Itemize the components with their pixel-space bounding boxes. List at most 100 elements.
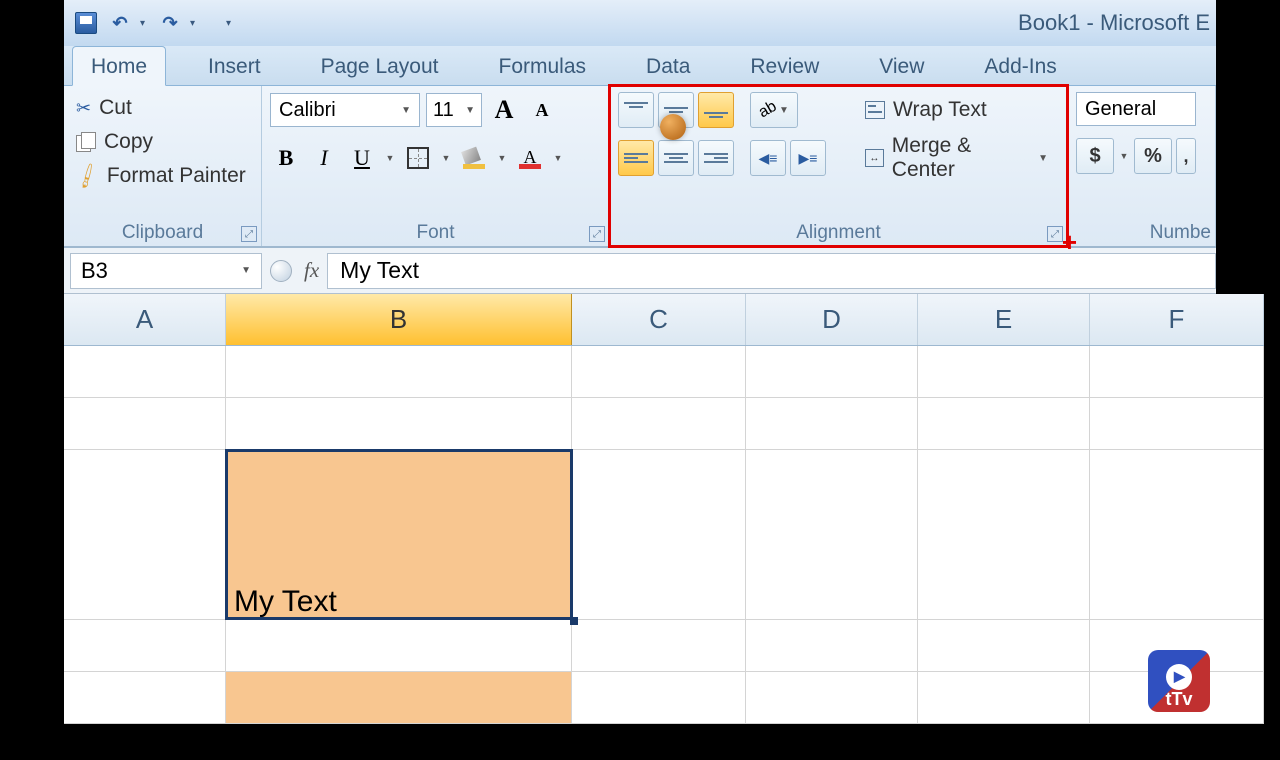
font-color-button[interactable]: A <box>514 140 546 176</box>
cell-b3[interactable]: My Text <box>226 450 572 620</box>
cancel-formula-icon[interactable] <box>270 260 292 282</box>
column-header-c[interactable]: C <box>572 294 746 345</box>
tab-review[interactable]: Review <box>732 47 837 85</box>
alignment-launcher[interactable]: ⤢ <box>1047 226 1063 242</box>
cell[interactable] <box>918 620 1090 672</box>
chevron-down-icon: ▼ <box>401 105 411 116</box>
font-size-selector[interactable]: 11 ▼ <box>426 93 482 127</box>
cell[interactable] <box>1090 398 1264 450</box>
cell[interactable] <box>64 398 226 450</box>
column-header-a[interactable]: A <box>64 294 226 345</box>
cell[interactable] <box>572 672 746 724</box>
wrap-text-button[interactable]: Wrap Text <box>854 92 1059 128</box>
borders-button[interactable] <box>402 140 434 176</box>
cell[interactable] <box>64 672 226 724</box>
cell[interactable] <box>226 398 572 450</box>
number-format-value: General <box>1085 98 1156 121</box>
tab-add-ins[interactable]: Add-Ins <box>966 47 1074 85</box>
cell[interactable] <box>746 450 918 620</box>
grow-font-icon: A <box>495 95 514 125</box>
format-painter-label: Format Painter <box>107 164 246 188</box>
cell[interactable] <box>746 672 918 724</box>
decrease-indent-button[interactable]: ◀≡ <box>750 140 786 176</box>
merge-icon: ↔ <box>865 149 884 167</box>
italic-button[interactable]: I <box>308 140 340 176</box>
align-right-button[interactable] <box>698 140 734 176</box>
cell[interactable] <box>226 672 572 724</box>
copy-button[interactable]: Copy <box>72 128 250 156</box>
cursor-annotation <box>660 114 686 140</box>
fill-color-dropdown[interactable]: ▼ <box>496 153 508 163</box>
currency-dropdown[interactable]: ▼ <box>1118 151 1130 161</box>
copy-label: Copy <box>104 130 153 154</box>
cell[interactable] <box>1090 450 1264 620</box>
cell[interactable] <box>572 346 746 398</box>
cell[interactable] <box>572 620 746 672</box>
align-left-button[interactable] <box>618 140 654 176</box>
cell[interactable] <box>746 620 918 672</box>
redo-button[interactable]: ↷ <box>156 9 184 37</box>
tab-home[interactable]: Home <box>72 46 166 86</box>
merge-center-button[interactable]: ↔ Merge & Center ▼ <box>854 140 1059 176</box>
cell[interactable] <box>64 450 226 620</box>
cell[interactable] <box>746 398 918 450</box>
group-clipboard: ✂ Cut Copy 🖌 Format Painter Clipboard ⤢ <box>64 86 262 246</box>
undo-button[interactable]: ↶ <box>106 9 134 37</box>
undo-dropdown[interactable]: ▾ <box>140 18 150 29</box>
cell[interactable] <box>64 620 226 672</box>
tab-page-layout[interactable]: Page Layout <box>303 47 457 85</box>
cell[interactable] <box>64 346 226 398</box>
bold-button[interactable]: B <box>270 140 302 176</box>
align-bottom-button[interactable] <box>698 92 734 128</box>
redo-dropdown[interactable]: ▾ <box>190 18 200 29</box>
grow-font-button[interactable]: A <box>488 92 520 128</box>
tab-insert[interactable]: Insert <box>190 47 279 85</box>
format-painter-button[interactable]: 🖌 Format Painter <box>72 162 250 190</box>
column-header-f[interactable]: F <box>1090 294 1264 345</box>
align-center-button[interactable] <box>658 140 694 176</box>
column-header-b[interactable]: B <box>226 294 572 345</box>
cell-grid[interactable]: My Text <box>64 346 1264 724</box>
shrink-font-button[interactable]: A <box>526 92 558 128</box>
orientation-button[interactable]: ab▼ <box>750 92 798 128</box>
save-button[interactable] <box>72 9 100 37</box>
font-launcher[interactable]: ⤢ <box>589 226 605 242</box>
percent-button[interactable]: % <box>1134 138 1172 174</box>
cell[interactable] <box>1090 346 1264 398</box>
underline-button[interactable]: U <box>346 140 378 176</box>
align-top-button[interactable] <box>618 92 654 128</box>
tab-formulas[interactable]: Formulas <box>481 47 605 85</box>
underline-dropdown[interactable]: ▼ <box>384 153 396 163</box>
fill-color-button[interactable] <box>458 140 490 176</box>
font-name-selector[interactable]: Calibri ▼ <box>270 93 420 127</box>
cell[interactable] <box>918 346 1090 398</box>
fill-handle[interactable] <box>570 617 578 625</box>
cell[interactable] <box>226 346 572 398</box>
cell[interactable] <box>572 398 746 450</box>
cell[interactable] <box>918 398 1090 450</box>
cell[interactable] <box>572 450 746 620</box>
tab-data[interactable]: Data <box>628 47 708 85</box>
tab-view[interactable]: View <box>861 47 942 85</box>
column-header-d[interactable]: D <box>746 294 918 345</box>
cell[interactable] <box>746 346 918 398</box>
bold-icon: B <box>279 145 294 171</box>
qat-customize[interactable]: ▾ <box>226 18 236 29</box>
cell[interactable] <box>918 672 1090 724</box>
cell[interactable] <box>226 620 572 672</box>
column-header-e[interactable]: E <box>918 294 1090 345</box>
font-size-value: 11 <box>433 99 454 122</box>
cut-button[interactable]: ✂ Cut <box>72 94 250 122</box>
clipboard-launcher[interactable]: ⤢ <box>241 226 257 242</box>
alignment-group-label: Alignment ⤢ <box>610 220 1067 246</box>
number-format-selector[interactable]: General <box>1076 92 1196 126</box>
font-color-dropdown[interactable]: ▼ <box>552 153 564 163</box>
borders-dropdown[interactable]: ▼ <box>440 153 452 163</box>
fx-label[interactable]: fx <box>304 258 319 283</box>
cell[interactable] <box>918 450 1090 620</box>
formula-input[interactable]: My Text <box>327 253 1216 289</box>
name-box[interactable]: B3 ▼ <box>70 253 262 289</box>
currency-button[interactable]: $ <box>1076 138 1114 174</box>
comma-button[interactable]: , <box>1176 138 1196 174</box>
increase-indent-button[interactable]: ▶≡ <box>790 140 826 176</box>
